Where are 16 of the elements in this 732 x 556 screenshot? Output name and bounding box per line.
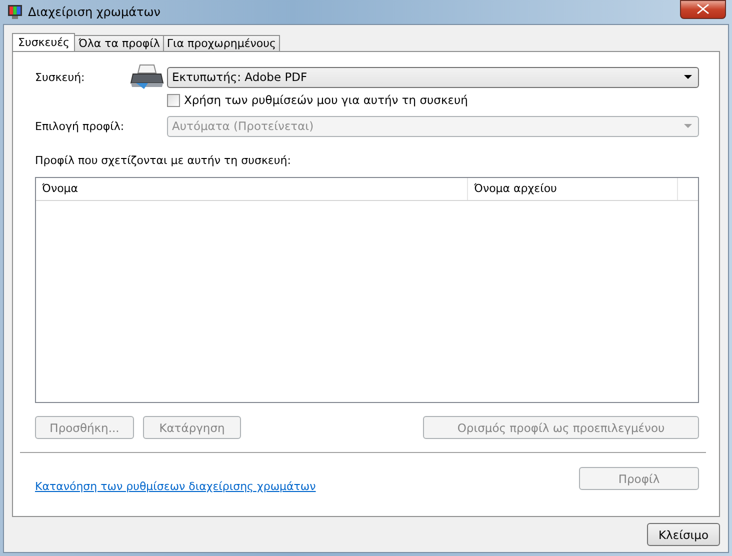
use-my-settings-checkbox[interactable]: Χρήση των ρυθμίσεών μου για αυτήν τη συσκευή — [167, 93, 468, 107]
close-button[interactable]: Κλείσιμο — [647, 523, 720, 546]
device-dropdown[interactable]: Εκτυπωτής: Adobe PDF — [167, 66, 699, 88]
tab[interactable]: Για προχωρημένους — [162, 35, 280, 51]
device-label: Συσκευή: — [35, 70, 86, 84]
printer-icon — [130, 63, 164, 91]
color-monitor-icon — [7, 4, 23, 20]
tab[interactable]: Όλα τα προφίλ — [74, 35, 164, 51]
column-header[interactable]: Όνομα — [36, 178, 468, 200]
profile-selection-label: Επιλογή προφίλ: — [35, 120, 126, 132]
column-header[interactable]: Όνομα αρχείου — [468, 178, 678, 200]
tab[interactable]: Συσκευές — [12, 33, 76, 51]
window-title: Διαχείριση χρωμάτων — [28, 5, 162, 19]
close-icon[interactable] — [680, 0, 726, 18]
profiles-label: Προφίλ που σχετίζονται με αυτήν τη συσκευή: — [35, 154, 292, 167]
help-link[interactable]: Κατανόηση των ρυθμίσεων διαχείρισης χρωμάτων — [35, 480, 316, 493]
